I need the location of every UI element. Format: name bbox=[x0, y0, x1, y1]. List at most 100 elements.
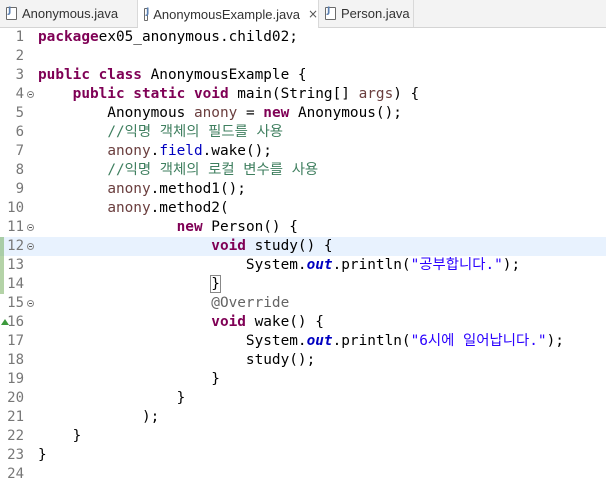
tab-label: AnonymousExample.java bbox=[153, 6, 300, 22]
code-token: "공부합니다." bbox=[410, 257, 503, 273]
code-line[interactable]: 4 public static void main(String[] args)… bbox=[0, 85, 606, 104]
code-token: ); bbox=[38, 409, 160, 425]
code-token: } bbox=[210, 275, 221, 293]
code-token: public static void bbox=[72, 86, 229, 102]
code-line[interactable]: 20 } bbox=[0, 389, 606, 408]
code-token: = bbox=[237, 105, 264, 121]
line-number: 3 bbox=[15, 67, 24, 83]
code-line[interactable]: 15 @Override bbox=[0, 294, 606, 313]
line-number: 1 bbox=[15, 29, 24, 45]
code-line[interactable]: 14 } bbox=[0, 275, 606, 294]
code-token: anony bbox=[193, 105, 238, 121]
code-text: Anonymous anony = new Anonymous(); bbox=[38, 104, 402, 123]
close-tab-icon[interactable]: × bbox=[308, 7, 318, 21]
editor-tab-bar: Anonymous.java AnonymousExample.java × P… bbox=[0, 0, 606, 28]
code-token: anony bbox=[107, 200, 151, 216]
code-text: anony.field.wake(); bbox=[38, 142, 272, 161]
code-line[interactable]: 2 bbox=[0, 47, 606, 66]
fold-toggle-icon[interactable] bbox=[27, 300, 34, 307]
fold-toggle-icon[interactable] bbox=[27, 224, 34, 231]
code-text: } bbox=[38, 275, 221, 294]
code-token: new bbox=[263, 105, 290, 121]
code-token: .println( bbox=[332, 333, 411, 349]
tab-person-java[interactable]: Person.java bbox=[319, 0, 414, 27]
tab-label: Person.java bbox=[341, 6, 410, 21]
fold-toggle-icon[interactable] bbox=[27, 243, 34, 250]
code-token: System. bbox=[38, 257, 307, 273]
code-line[interactable]: 21 ); bbox=[0, 408, 606, 427]
code-token: .method1(); bbox=[150, 181, 246, 197]
code-text: @Override bbox=[38, 294, 289, 313]
code-line[interactable]: 13 System.out.println("공부합니다."); bbox=[0, 256, 606, 275]
code-text: //익명 객체의 필드를 사용 bbox=[38, 123, 283, 142]
code-line[interactable]: 17 System.out.println("6시에 일어납니다."); bbox=[0, 332, 606, 351]
code-line[interactable]: 5 Anonymous anony = new Anonymous(); bbox=[0, 104, 606, 123]
code-token: out bbox=[306, 333, 333, 349]
code-token: . bbox=[150, 143, 160, 159]
code-line[interactable]: 3 public class AnonymousExample { bbox=[0, 66, 606, 85]
code-text: //익명 객체의 로컬 변수를 사용 bbox=[38, 161, 318, 180]
line-number: 17 bbox=[7, 333, 24, 349]
code-token: @Override bbox=[211, 295, 290, 311]
code-line[interactable]: 7 anony.field.wake(); bbox=[0, 142, 606, 161]
code-token: System. bbox=[38, 333, 307, 349]
code-text: new Person() { bbox=[38, 218, 298, 237]
code-token: .wake(); bbox=[202, 143, 272, 159]
code-line[interactable]: 18 study(); bbox=[0, 351, 606, 370]
code-line[interactable]: 23} bbox=[0, 446, 606, 465]
code-line[interactable]: 1 packageex05_anonymous.child02; bbox=[0, 28, 606, 47]
code-token: void bbox=[211, 314, 246, 330]
code-line[interactable]: 9 anony.method1(); bbox=[0, 180, 606, 199]
code-token: Person() { bbox=[202, 219, 298, 235]
code-text: packageex05_anonymous.child02; bbox=[38, 28, 298, 47]
code-line[interactable]: 11 new Person() { bbox=[0, 218, 606, 237]
code-line[interactable]: 8 //익명 객체의 로컬 변수를 사용 bbox=[0, 161, 606, 180]
code-line[interactable]: 6 //익명 객체의 필드를 사용 bbox=[0, 123, 606, 142]
tab-anonymous-java[interactable]: Anonymous.java bbox=[0, 0, 138, 27]
code-token: } bbox=[38, 390, 186, 406]
code-token: .println( bbox=[332, 257, 411, 273]
code-token: } bbox=[38, 447, 47, 463]
code-token: ) { bbox=[393, 86, 420, 102]
code-line[interactable]: 22 } bbox=[0, 427, 606, 446]
line-number: 24 bbox=[7, 466, 24, 482]
code-line[interactable]: 19 } bbox=[0, 370, 606, 389]
code-token: public class bbox=[38, 67, 142, 83]
code-text: void wake() { bbox=[38, 313, 324, 332]
tab-anonymousexample-java[interactable]: AnonymousExample.java × bbox=[138, 0, 319, 28]
code-token: ex05_anonymous.child02; bbox=[98, 29, 298, 45]
code-line[interactable]: 16 void wake() { bbox=[0, 313, 606, 332]
line-number: 19 bbox=[7, 371, 24, 387]
code-text: } bbox=[38, 446, 47, 465]
code-text: System.out.println("공부합니다."); bbox=[38, 256, 520, 275]
code-text: public class AnonymousExample { bbox=[38, 66, 307, 85]
code-text: } bbox=[38, 427, 82, 446]
code-token: Anonymous bbox=[38, 105, 194, 121]
code-token: //익명 객체의 로컬 변수를 사용 bbox=[107, 162, 319, 178]
line-number: 6 bbox=[15, 124, 24, 140]
code-editor[interactable]: 1 packageex05_anonymous.child02; 2 3 public … bbox=[0, 28, 606, 500]
code-token: } bbox=[38, 371, 220, 387]
line-number: 5 bbox=[15, 105, 24, 121]
line-number: 2 bbox=[15, 48, 24, 64]
code-token: args bbox=[358, 86, 394, 102]
line-number: 23 bbox=[7, 447, 24, 463]
code-line[interactable]: 12 void study() { bbox=[0, 237, 606, 256]
code-token: } bbox=[38, 428, 82, 444]
quick-diff-marker bbox=[0, 237, 4, 294]
code-token: AnonymousExample { bbox=[141, 67, 307, 83]
java-file-icon bbox=[325, 6, 336, 20]
fold-toggle-icon[interactable] bbox=[27, 91, 34, 98]
line-number: 9 bbox=[15, 181, 24, 197]
code-token: ); bbox=[546, 333, 564, 349]
code-line[interactable]: 24 bbox=[0, 465, 606, 484]
code-text: anony.method2( bbox=[38, 199, 229, 218]
code-token: "6시에 일어납니다." bbox=[410, 333, 547, 349]
code-token: .method2( bbox=[150, 200, 229, 216]
code-line[interactable]: 10 anony.method2( bbox=[0, 199, 606, 218]
